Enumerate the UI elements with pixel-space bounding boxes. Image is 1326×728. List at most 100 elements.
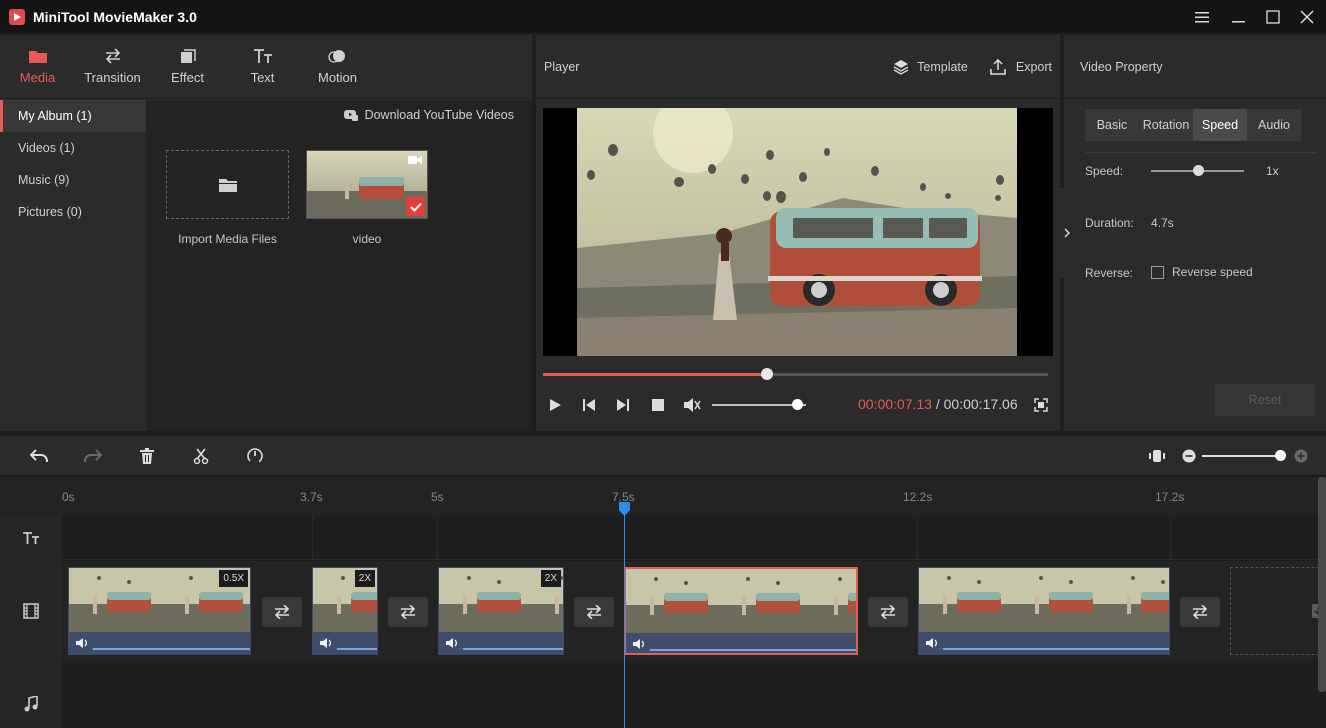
export-icon [990, 59, 1006, 75]
speed-knob[interactable] [1193, 165, 1204, 176]
timeline-clip[interactable]: 2X [312, 567, 378, 655]
speed-label: Speed: [1085, 164, 1123, 178]
timeline-scrollbar[interactable] [1318, 477, 1326, 692]
menu-icon[interactable] [1185, 0, 1219, 33]
next-frame-button[interactable] [612, 393, 634, 417]
redo-button[interactable] [81, 444, 105, 468]
volume-icon[interactable] [319, 637, 333, 649]
close-icon[interactable] [1290, 0, 1324, 33]
timeline-clip[interactable] [918, 567, 1170, 655]
zoom-in-button[interactable] [1289, 444, 1313, 468]
speed-slider[interactable] [1151, 170, 1244, 172]
import-media-button[interactable] [166, 150, 289, 219]
video-label: video [306, 232, 428, 246]
volume-slider[interactable] [712, 404, 806, 406]
audio-level-line [463, 648, 563, 650]
text-track[interactable] [62, 516, 1318, 560]
player-panel: Player Template Export [536, 35, 1060, 431]
timeline-clip[interactable]: 2X [438, 567, 564, 655]
video-preview[interactable] [543, 108, 1053, 356]
current-time: 00:00:07.13 [858, 396, 932, 412]
template-button[interactable]: Template [893, 59, 968, 75]
volume-icon[interactable] [445, 637, 459, 649]
video-thumbnail[interactable] [306, 150, 428, 219]
transition-slot[interactable] [574, 597, 614, 627]
volume-icon[interactable] [925, 637, 939, 649]
tab-media[interactable]: Media [0, 35, 75, 98]
progress-knob[interactable] [761, 368, 773, 380]
grid-line [917, 516, 918, 560]
tab-audio[interactable]: Audio [1247, 109, 1301, 141]
timeline-clip-selected[interactable] [624, 567, 858, 655]
grid-line [1170, 516, 1171, 560]
timeline-clip[interactable]: 0.5X [68, 567, 251, 655]
timeline-ruler[interactable]: 0s 3.7s 5s 7.5s 12.2s 17.2s [0, 477, 1326, 516]
clip-audio-bar [439, 632, 563, 655]
timeline-toolbar [0, 436, 1326, 476]
swap-icon [585, 605, 603, 619]
video-track[interactable]: 0.5X 2X 2X [62, 561, 1318, 661]
swap-icon [103, 48, 123, 64]
clip-frames [919, 568, 1169, 632]
reverse-speed-checkbox[interactable]: Reverse speed [1151, 265, 1253, 279]
swap-icon [273, 605, 291, 619]
tab-motion[interactable]: Motion [300, 35, 375, 98]
checkbox-box[interactable] [1151, 266, 1164, 279]
tab-basic[interactable]: Basic [1085, 109, 1139, 141]
clip-audio-bar [313, 632, 377, 655]
tab-text[interactable]: Text [225, 35, 300, 98]
play-button[interactable] [544, 393, 566, 417]
import-media-label: Import Media Files [166, 232, 289, 246]
ruler-tick: 17.2s [1155, 490, 1184, 504]
zoom-knob[interactable] [1275, 450, 1286, 461]
playhead-handle[interactable] [618, 502, 631, 516]
clip-audio-bar [626, 633, 856, 655]
tab-speed[interactable]: Speed [1193, 109, 1247, 141]
tab-divider [1085, 152, 1316, 153]
volume-icon[interactable] [632, 638, 646, 650]
media-drop-zone[interactable] [1230, 567, 1318, 655]
ruler-tick: 3.7s [300, 490, 323, 504]
layers-icon [893, 59, 909, 75]
folder-icon [28, 48, 48, 64]
reset-button[interactable]: Reset [1215, 384, 1315, 416]
export-button[interactable]: Export [990, 59, 1052, 75]
album-item-videos[interactable]: Videos (1) [0, 132, 146, 164]
stop-button[interactable] [647, 393, 669, 417]
volume-icon[interactable] [75, 637, 89, 649]
minimize-icon[interactable] [1222, 0, 1256, 33]
volume-button[interactable] [681, 393, 703, 417]
total-time: 00:00:17.06 [944, 396, 1018, 412]
volume-knob[interactable] [792, 399, 803, 410]
transition-slot[interactable] [262, 597, 302, 627]
clip-speed-badge: 2X [541, 570, 561, 587]
playback-progress[interactable] [543, 373, 1048, 376]
download-youtube-button[interactable]: Download YouTube Videos [344, 108, 514, 122]
album-item-pictures[interactable]: Pictures (0) [0, 196, 146, 228]
zoom-slider[interactable] [1202, 455, 1284, 457]
speed-button[interactable] [243, 444, 267, 468]
zoom-out-button[interactable] [1177, 444, 1201, 468]
skip-forward-icon [616, 398, 630, 412]
swap-icon [879, 605, 897, 619]
delete-button[interactable] [135, 444, 159, 468]
duration-value: 4.7s [1151, 216, 1174, 230]
transition-slot[interactable] [868, 597, 908, 627]
music-track[interactable] [62, 662, 1318, 728]
fullscreen-button[interactable] [1030, 393, 1052, 417]
fit-timeline-button[interactable] [1145, 444, 1169, 468]
tab-transition[interactable]: Transition [75, 35, 150, 98]
album-item-my-album[interactable]: My Album (1) [0, 100, 146, 132]
undo-button[interactable] [27, 444, 51, 468]
album-item-music[interactable]: Music (9) [0, 164, 146, 196]
tab-effect[interactable]: Effect [150, 35, 225, 98]
previous-frame-button[interactable] [578, 393, 600, 417]
property-title: Video Property [1064, 35, 1326, 99]
app-title: MiniTool MovieMaker 3.0 [33, 9, 197, 25]
transition-slot[interactable] [1180, 597, 1220, 627]
split-button[interactable] [189, 444, 213, 468]
panel-expand-handle[interactable] [1060, 188, 1074, 278]
tab-rotation[interactable]: Rotation [1139, 109, 1193, 141]
transition-slot[interactable] [388, 597, 428, 627]
maximize-icon[interactable] [1256, 0, 1290, 33]
